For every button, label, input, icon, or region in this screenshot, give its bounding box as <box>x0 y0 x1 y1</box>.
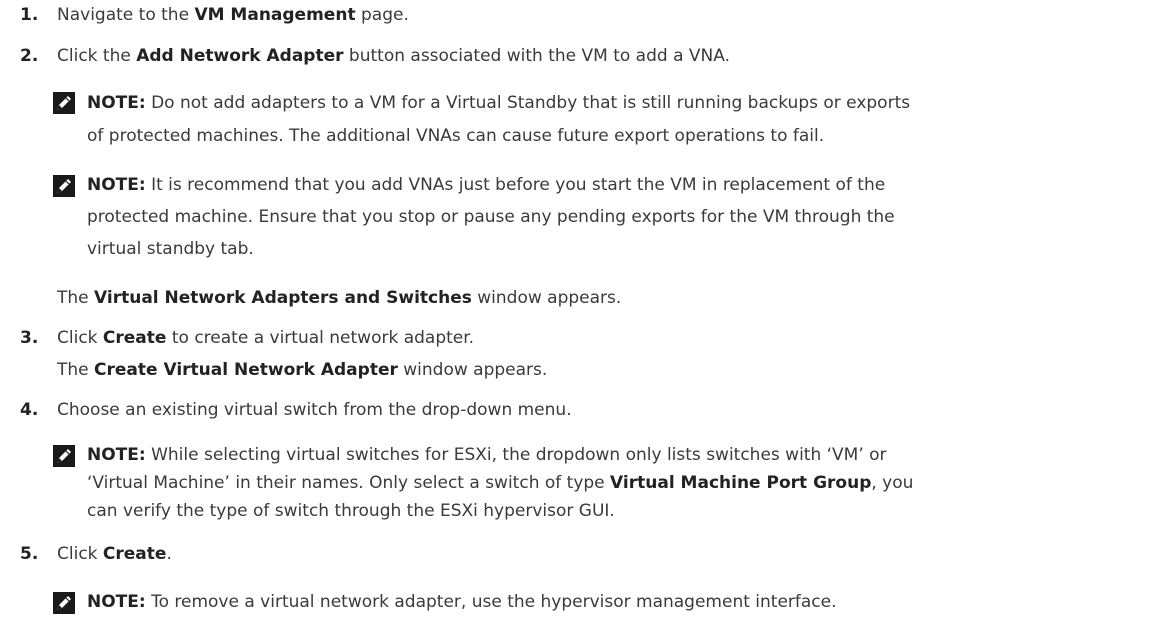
switch-type: Virtual Machine Port Group <box>610 473 872 493</box>
window-name: Create Virtual Network Adapter <box>94 360 398 380</box>
step-3-result: The Create Virtual Network Adapter windo… <box>57 360 548 380</box>
step-1-target: VM Management <box>194 5 356 25</box>
note-2-line-2: protected machine. Ensure that you stop … <box>87 207 895 227</box>
note-pencil-icon <box>53 445 75 467</box>
window-name: Virtual Network Adapters and Switches <box>94 288 472 308</box>
procedure-page: 1. Navigate to the VM Management page. 2… <box>20 5 914 614</box>
note-1-line-1: NOTE: Do not add adapters to a VM for a … <box>87 93 911 113</box>
note-4-line-1: NOTE: To remove a virtual network adapte… <box>87 592 837 612</box>
note-pencil-icon <box>53 175 75 197</box>
step-number: 1. <box>20 5 39 25</box>
step-2-result: The Virtual Network Adapters and Switche… <box>57 288 622 308</box>
note-label: NOTE: <box>87 93 146 113</box>
note-3-line-3: can verify the type of switch through th… <box>87 501 615 521</box>
step-number: 4. <box>20 400 39 420</box>
step-5-target: Create <box>102 544 167 564</box>
step-number: 2. <box>20 46 39 66</box>
note-1-line-2: of protected machines. The additional VN… <box>87 126 825 146</box>
note-pencil-icon <box>53 92 75 114</box>
note-label: NOTE: <box>87 445 146 465</box>
note-label: NOTE: <box>87 175 146 195</box>
note-3-line-2: ‘Virtual Machine’ in their names. Only s… <box>87 473 914 493</box>
step-3-target: Create <box>102 328 167 348</box>
note-2-line-1: NOTE: It is recommend that you add VNAs … <box>87 175 886 195</box>
note-3-line-1: NOTE: While selecting virtual switches f… <box>87 445 887 465</box>
note-pencil-icon <box>53 592 75 614</box>
note-label: NOTE: <box>87 592 146 612</box>
note-2-line-3: virtual standby tab. <box>87 239 254 259</box>
step-number: 5. <box>20 544 39 564</box>
step-2-target: Add Network Adapter <box>136 46 344 66</box>
step-number: 3. <box>20 328 39 348</box>
